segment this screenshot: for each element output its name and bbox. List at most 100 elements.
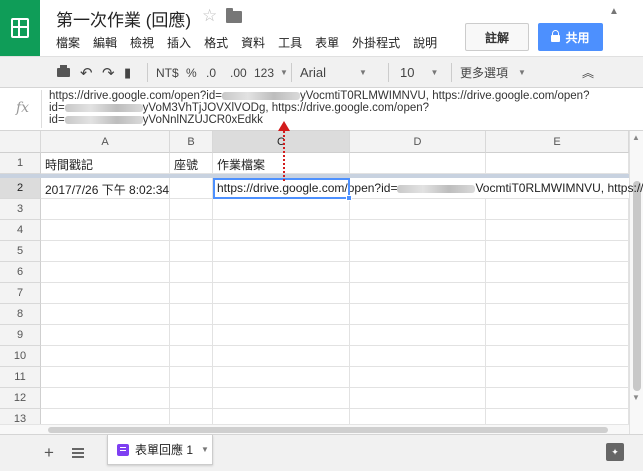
star-icon[interactable]: ☆ bbox=[202, 6, 217, 26]
cell-b9[interactable] bbox=[170, 325, 213, 346]
cell-a4[interactable] bbox=[41, 220, 170, 241]
horizontal-scroll-thumb[interactable] bbox=[48, 427, 608, 433]
row-header-11[interactable]: 11 bbox=[0, 367, 41, 388]
row-header-10[interactable]: 10 bbox=[0, 346, 41, 367]
cell-c5[interactable] bbox=[213, 241, 350, 262]
cell-e11[interactable] bbox=[486, 367, 629, 388]
explore-button[interactable]: ✦ bbox=[606, 443, 624, 461]
cell-d10[interactable] bbox=[350, 346, 486, 367]
cell-c4[interactable] bbox=[213, 220, 350, 241]
cell-d6[interactable] bbox=[350, 262, 486, 283]
cell-a7[interactable] bbox=[41, 283, 170, 304]
redo-button[interactable]: ↷ bbox=[102, 57, 115, 88]
cell-d11[interactable] bbox=[350, 367, 486, 388]
cell-d12[interactable] bbox=[350, 388, 486, 409]
cell-d9[interactable] bbox=[350, 325, 486, 346]
cell-b4[interactable] bbox=[170, 220, 213, 241]
row-header-5[interactable]: 5 bbox=[0, 241, 41, 262]
sheet-tab-form-responses[interactable]: 表單回應 1 ▼ bbox=[107, 435, 213, 465]
cell-e3[interactable] bbox=[486, 199, 629, 220]
cell-a12[interactable] bbox=[41, 388, 170, 409]
cell-b3[interactable] bbox=[170, 199, 213, 220]
row-header-12[interactable]: 12 bbox=[0, 388, 41, 409]
cell-e8[interactable] bbox=[486, 304, 629, 325]
collapse-caret-icon[interactable]: ▲ bbox=[609, 6, 619, 17]
font-dropdown[interactable]: Arial ▼ bbox=[300, 57, 380, 88]
cell-a5[interactable] bbox=[41, 241, 170, 262]
column-header-c[interactable]: C bbox=[213, 131, 350, 153]
comment-button[interactable]: 註解 bbox=[465, 23, 529, 51]
column-header-a[interactable]: A bbox=[41, 131, 170, 153]
cell-b10[interactable] bbox=[170, 346, 213, 367]
row-header-9[interactable]: 9 bbox=[0, 325, 41, 346]
menu-addons[interactable]: 外掛程式 bbox=[352, 34, 400, 51]
cell-c11[interactable] bbox=[213, 367, 350, 388]
cell-e9[interactable] bbox=[486, 325, 629, 346]
menu-data[interactable]: 資料 bbox=[241, 34, 265, 51]
cell-b11[interactable] bbox=[170, 367, 213, 388]
scroll-up-icon[interactable]: ▲ bbox=[632, 133, 640, 142]
menu-form[interactable]: 表單 bbox=[315, 34, 339, 51]
share-button[interactable]: 共用 bbox=[538, 23, 603, 51]
cell-a10[interactable] bbox=[41, 346, 170, 367]
cell-d7[interactable] bbox=[350, 283, 486, 304]
cell-c7[interactable] bbox=[213, 283, 350, 304]
cell-e12[interactable] bbox=[486, 388, 629, 409]
all-sheets-icon[interactable] bbox=[72, 448, 84, 458]
cell-c6[interactable] bbox=[213, 262, 350, 283]
cell-c2[interactable]: https://drive.google.com/open?id= VocmtiT… bbox=[213, 178, 643, 199]
column-header-d[interactable]: D bbox=[350, 131, 486, 153]
cell-d1[interactable] bbox=[350, 153, 486, 174]
row-header-1[interactable]: 1 bbox=[0, 153, 41, 174]
row-header-2[interactable]: 2 bbox=[0, 178, 41, 199]
cell-a8[interactable] bbox=[41, 304, 170, 325]
menu-tools[interactable]: 工具 bbox=[278, 34, 302, 51]
cell-b6[interactable] bbox=[170, 262, 213, 283]
cell-b2[interactable] bbox=[170, 178, 213, 199]
cell-e10[interactable] bbox=[486, 346, 629, 367]
cell-c9[interactable] bbox=[213, 325, 350, 346]
row-header-3[interactable]: 3 bbox=[0, 199, 41, 220]
menu-help[interactable]: 說明 bbox=[413, 34, 437, 51]
formula-input[interactable]: https://drive.google.com/open?id= yVocmti… bbox=[49, 90, 629, 126]
menu-view[interactable]: 檢視 bbox=[130, 34, 154, 51]
menu-file[interactable]: 檔案 bbox=[56, 34, 80, 51]
select-all-corner[interactable] bbox=[0, 131, 41, 153]
cell-c3[interactable] bbox=[213, 199, 350, 220]
horizontal-scrollbar[interactable] bbox=[0, 424, 629, 434]
row-header-6[interactable]: 6 bbox=[0, 262, 41, 283]
cell-a6[interactable] bbox=[41, 262, 170, 283]
scroll-down-icon[interactable]: ▼ bbox=[632, 393, 640, 402]
cell-a2[interactable]: 2017/7/26 下午 8:02:34 bbox=[41, 178, 170, 199]
print-button[interactable] bbox=[57, 57, 70, 88]
row-header-4[interactable]: 4 bbox=[0, 220, 41, 241]
cell-b5[interactable] bbox=[170, 241, 213, 262]
cell-e5[interactable] bbox=[486, 241, 629, 262]
vertical-scrollbar[interactable]: ▲ ▼ bbox=[629, 131, 643, 434]
decrease-decimal-button[interactable]: .0 bbox=[206, 57, 216, 88]
more-options-dropdown[interactable]: 更多選項 ▼ bbox=[460, 57, 526, 88]
paint-format-button[interactable]: ▮ bbox=[124, 57, 131, 88]
cell-d8[interactable] bbox=[350, 304, 486, 325]
column-header-e[interactable]: E bbox=[486, 131, 629, 153]
cell-c1[interactable]: 作業檔案 bbox=[213, 153, 350, 174]
add-sheet-icon[interactable]: + bbox=[44, 443, 54, 463]
cell-e7[interactable] bbox=[486, 283, 629, 304]
cell-e1[interactable] bbox=[486, 153, 629, 174]
cell-a3[interactable] bbox=[41, 199, 170, 220]
column-header-b[interactable]: B bbox=[170, 131, 213, 153]
menu-edit[interactable]: 編輯 bbox=[93, 34, 117, 51]
row-header-7[interactable]: 7 bbox=[0, 283, 41, 304]
cell-d5[interactable] bbox=[350, 241, 486, 262]
row-header-8[interactable]: 8 bbox=[0, 304, 41, 325]
number-format-dropdown[interactable]: 123 ▼ bbox=[254, 57, 288, 88]
sheets-logo-icon[interactable] bbox=[0, 0, 40, 56]
cell-b7[interactable] bbox=[170, 283, 213, 304]
currency-format-button[interactable]: NT$ bbox=[156, 57, 179, 88]
chevron-down-icon[interactable]: ▼ bbox=[201, 445, 209, 454]
cell-a1[interactable]: 時間戳記 bbox=[41, 153, 170, 174]
font-size-dropdown[interactable]: 10 ▼ bbox=[400, 57, 445, 88]
document-title[interactable]: 第一次作業 (回應) bbox=[56, 6, 191, 31]
cell-c10[interactable] bbox=[213, 346, 350, 367]
cell-b1[interactable]: 座號 bbox=[170, 153, 213, 174]
